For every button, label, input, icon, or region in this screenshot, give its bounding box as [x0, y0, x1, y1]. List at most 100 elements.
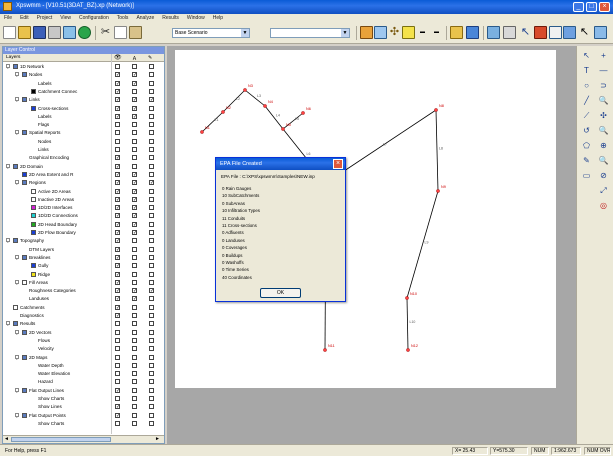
layer-c1-checkbox[interactable]: ✓: [115, 88, 120, 94]
zoom-extents-tool-icon[interactable]: ⊕: [598, 140, 609, 151]
layer-c1-checkbox[interactable]: [115, 122, 120, 128]
layer-c3-checkbox[interactable]: [149, 147, 154, 152]
node-mode-icon[interactable]: ▬: [416, 26, 429, 39]
circle-tool-icon[interactable]: ○: [581, 80, 592, 91]
layer-c1-checkbox[interactable]: [115, 337, 120, 343]
layer-row[interactable]: 1D/2D Interfaces ✓ ✓: [3, 204, 164, 211]
layer-c2-checkbox[interactable]: [132, 246, 137, 252]
collapse-toggle[interactable]: -: [15, 329, 19, 337]
pump-icon[interactable]: [466, 26, 479, 39]
network-node[interactable]: [406, 348, 410, 352]
open-folder-icon[interactable]: [18, 26, 31, 39]
paste-icon[interactable]: [129, 26, 142, 39]
layer-c3-checkbox[interactable]: [149, 329, 154, 335]
layer-c1-checkbox[interactable]: [115, 130, 120, 136]
layer-row[interactable]: 2D Head Boundary ✓ ✓: [3, 221, 164, 228]
scroll-left-icon[interactable]: ◄: [4, 437, 10, 442]
layer-c2-checkbox[interactable]: [132, 379, 137, 385]
layer-c3-checkbox[interactable]: [149, 64, 154, 69]
layer-c2-checkbox[interactable]: [132, 64, 137, 69]
layer-c1-checkbox[interactable]: ✓: [115, 188, 120, 194]
layer-c1-checkbox[interactable]: ✓: [115, 271, 120, 277]
layer-c1-checkbox[interactable]: ✓: [115, 155, 120, 161]
layer-c3-checkbox[interactable]: [149, 122, 154, 128]
layer-c3-checkbox[interactable]: [149, 404, 154, 410]
measure-tool-icon[interactable]: ⤢: [598, 185, 609, 196]
scroll-right-icon[interactable]: ►: [155, 437, 161, 442]
layer-row[interactable]: - Flat Output Points ✓: [3, 412, 164, 420]
layer-c3-checkbox[interactable]: [149, 230, 154, 235]
solve-icon[interactable]: [78, 26, 91, 39]
layer-c2-checkbox[interactable]: ✓: [132, 180, 137, 186]
layer-c1-checkbox[interactable]: ✓: [115, 304, 120, 310]
chart-icon[interactable]: [563, 26, 576, 39]
layer-c1-checkbox[interactable]: ✓: [115, 230, 120, 236]
edit-column-icon[interactable]: ✎: [148, 55, 152, 61]
print-preview-icon[interactable]: [63, 26, 76, 39]
layer-c2-checkbox[interactable]: [132, 88, 137, 94]
layer-c1-checkbox[interactable]: [115, 420, 120, 426]
chevron-down-icon[interactable]: ▼: [341, 29, 349, 37]
layer-c3-checkbox[interactable]: [149, 88, 154, 94]
menu-tools[interactable]: Tools: [113, 14, 133, 21]
layer-row[interactable]: Nodes: [3, 138, 164, 145]
cut-icon[interactable]: ✂: [99, 26, 112, 39]
layer-c1-checkbox[interactable]: ✓: [115, 387, 120, 393]
layer-c1-checkbox[interactable]: ✓: [115, 196, 120, 202]
layer-row[interactable]: Show Charts: [3, 420, 164, 427]
layer-row[interactable]: Landuses ✓ ✓: [3, 295, 164, 302]
layer-c1-checkbox[interactable]: [115, 64, 120, 69]
layer-c3-checkbox[interactable]: [149, 155, 154, 161]
layer-c1-checkbox[interactable]: ✓: [115, 288, 120, 294]
layer-row[interactable]: DTM Layers ✓: [3, 246, 164, 253]
layer-c3-checkbox[interactable]: [149, 279, 154, 285]
layer-c3-checkbox[interactable]: [149, 387, 154, 393]
layer-c3-checkbox[interactable]: [149, 412, 154, 418]
zoom-window-icon[interactable]: [594, 26, 607, 39]
layer-c1-checkbox[interactable]: [115, 354, 120, 360]
layer-c1-checkbox[interactable]: [115, 379, 120, 385]
collapse-toggle[interactable]: -: [15, 354, 19, 362]
layer-row[interactable]: Graphical Encoding ✓: [3, 154, 164, 161]
layer-c3-checkbox[interactable]: [149, 72, 154, 78]
layer-c2-checkbox[interactable]: ✓: [132, 296, 137, 302]
layer-c2-checkbox[interactable]: ✓: [132, 105, 137, 111]
layer-row[interactable]: Show Lines ✓: [3, 403, 164, 410]
layer-c2-checkbox[interactable]: [132, 362, 137, 368]
collapse-toggle[interactable]: -: [15, 254, 19, 262]
layer-c1-checkbox[interactable]: [115, 346, 120, 352]
layer-row[interactable]: Flags: [3, 121, 164, 128]
layer-c2-checkbox[interactable]: ✓: [132, 113, 137, 119]
layer-c3-checkbox[interactable]: [149, 271, 154, 277]
menu-file[interactable]: File: [0, 14, 16, 21]
rectangle-tool-icon[interactable]: ▭: [581, 170, 592, 181]
layer-c2-checkbox[interactable]: ✓: [132, 205, 137, 211]
scenario-select[interactable]: Base Scenario ▼: [172, 28, 250, 38]
layer-row[interactable]: Labels ✓ ✓: [3, 113, 164, 120]
zoom-extents-icon[interactable]: [374, 26, 387, 39]
collapse-toggle[interactable]: -: [6, 238, 10, 245]
network-link[interactable]: [406, 297, 409, 351]
pan-tool-icon[interactable]: ✣: [598, 110, 609, 121]
layer-c1-checkbox[interactable]: ✓: [115, 113, 120, 119]
save-icon[interactable]: [33, 26, 46, 39]
visible-column-icon[interactable]: 👁: [114, 55, 122, 61]
layer-c2-checkbox[interactable]: [132, 122, 137, 128]
layer-c3-checkbox[interactable]: [149, 213, 154, 219]
grid-icon[interactable]: [487, 26, 500, 39]
layer-c3-checkbox[interactable]: [149, 171, 154, 177]
layer-c2-checkbox[interactable]: [132, 279, 137, 285]
layer-row[interactable]: 2D Area Extent and R ✓ ✓: [3, 171, 164, 178]
layer-row[interactable]: Hazard: [3, 378, 164, 385]
window-icon[interactable]: [503, 26, 516, 39]
layer-c2-checkbox[interactable]: [132, 396, 137, 401]
layer-c1-checkbox[interactable]: ✓: [115, 404, 120, 410]
report-icon[interactable]: [549, 26, 562, 39]
collapse-toggle[interactable]: -: [15, 130, 19, 137]
arc-tool-icon[interactable]: ⊃: [598, 80, 609, 91]
layer-c3-checkbox[interactable]: [149, 313, 154, 318]
line-tool-icon[interactable]: —: [598, 65, 609, 76]
pointer-icon[interactable]: ↖: [519, 26, 532, 39]
layer-c3-checkbox[interactable]: [149, 362, 154, 368]
layer-c1-checkbox[interactable]: [115, 321, 120, 327]
